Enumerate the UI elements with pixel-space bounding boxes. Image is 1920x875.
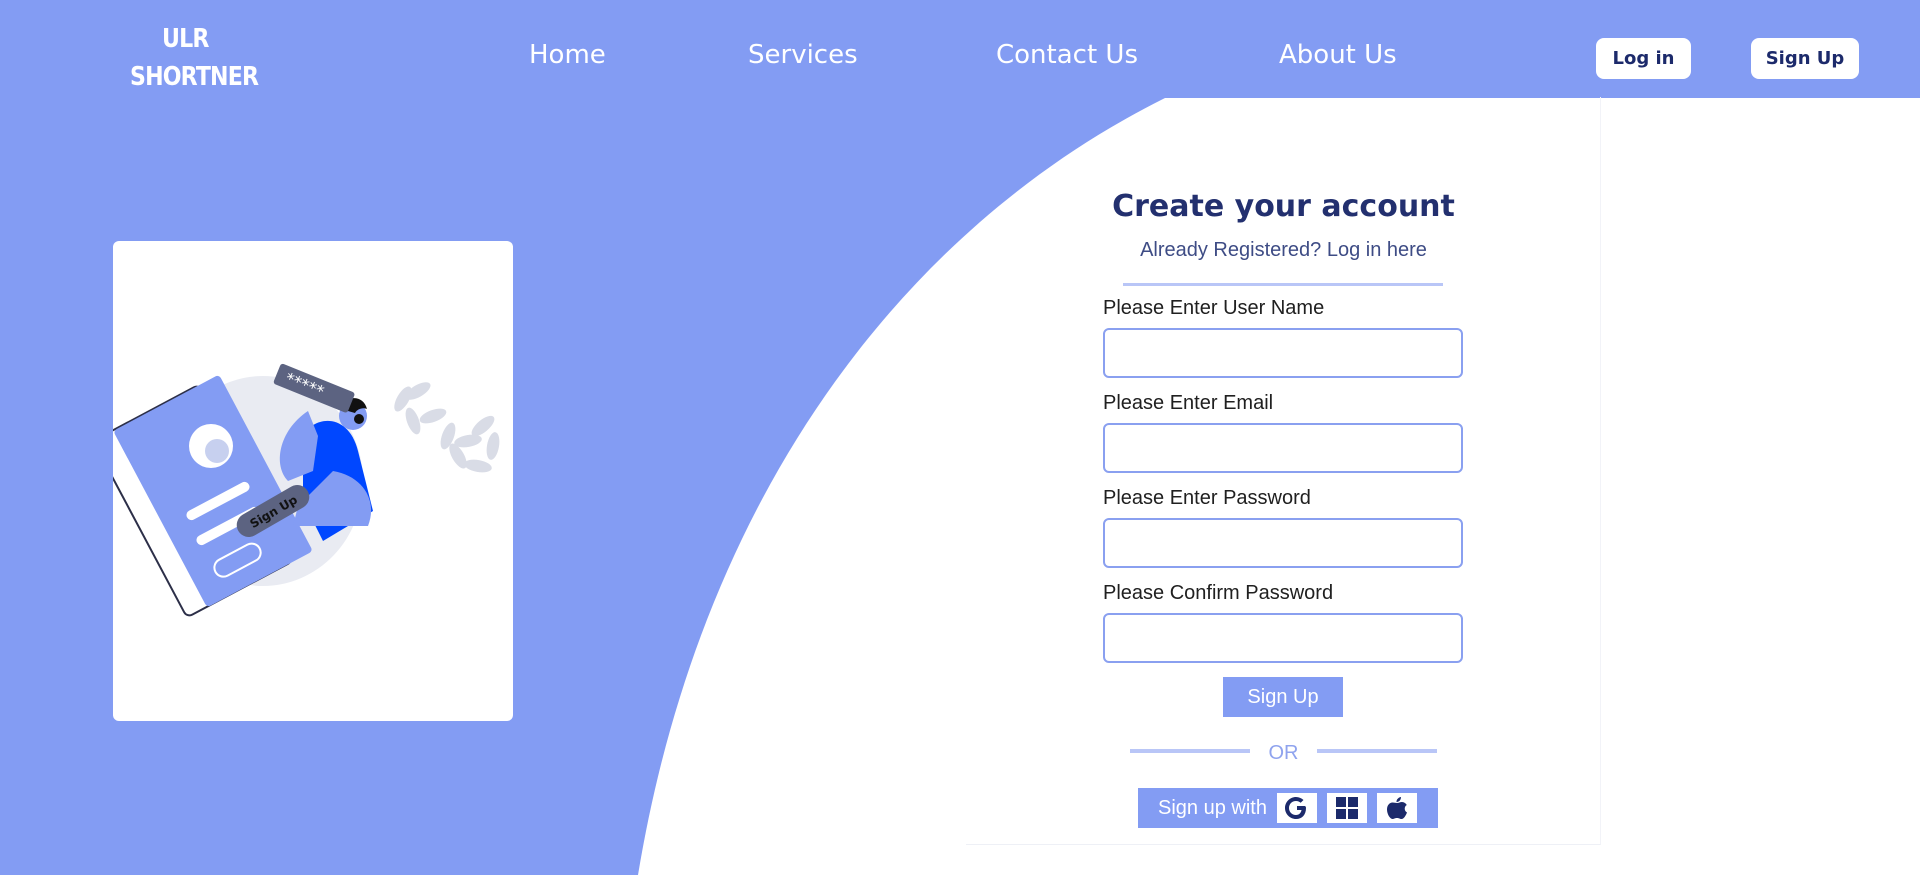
illustration-card: ***** Sign Up: [94, 241, 513, 721]
google-signup-button[interactable]: [1276, 793, 1317, 823]
windows-signup-button[interactable]: [1326, 793, 1367, 823]
logo-line-2: SHORTNER: [130, 62, 259, 92]
social-signup-bar: Sign up with: [1138, 788, 1438, 828]
email-label: Please Enter Email: [1103, 392, 1274, 414]
site-logo[interactable]: ULR SHORTNER: [130, 20, 259, 96]
password-label: Please Enter Password: [1103, 487, 1311, 509]
nav-contact-us[interactable]: Contact Us: [996, 40, 1138, 70]
title-divider: [1123, 283, 1443, 286]
signup-form: Create your account Already Registered? …: [966, 97, 1601, 845]
signup-illustration: ***** Sign Up: [94, 363, 500, 617]
username-input[interactable]: [1103, 328, 1463, 378]
email-input[interactable]: [1103, 423, 1463, 473]
signup-submit-button[interactable]: Sign Up: [1223, 677, 1343, 717]
logo-line-1: ULR: [161, 24, 209, 54]
leaf-decoration: [394, 382, 500, 473]
nav-home[interactable]: Home: [529, 40, 606, 70]
apple-icon: [1386, 797, 1407, 819]
top-navbar: ULR SHORTNER Home Services Contact Us Ab…: [0, 0, 1920, 98]
form-title: Create your account: [1112, 189, 1455, 224]
username-label: Please Enter User Name: [1103, 297, 1325, 319]
nav-about-us[interactable]: About Us: [1279, 40, 1397, 70]
confirm-password-input[interactable]: [1103, 613, 1463, 663]
apple-signup-button[interactable]: [1376, 793, 1417, 823]
login-link[interactable]: Already Registered? Log in here: [966, 239, 1601, 262]
confirm-password-label: Please Confirm Password: [1103, 582, 1334, 604]
or-separator-text: OR: [1268, 742, 1299, 764]
signup-nav-button[interactable]: Sign Up: [1751, 38, 1859, 79]
nav-services[interactable]: Services: [748, 40, 858, 70]
or-line-right: [1317, 749, 1437, 753]
google-icon: [1284, 797, 1306, 819]
login-button[interactable]: Log in: [1596, 38, 1691, 79]
windows-icon: [1335, 797, 1358, 819]
password-input[interactable]: [1103, 518, 1463, 568]
social-signup-label: Sign up with: [1158, 796, 1267, 819]
